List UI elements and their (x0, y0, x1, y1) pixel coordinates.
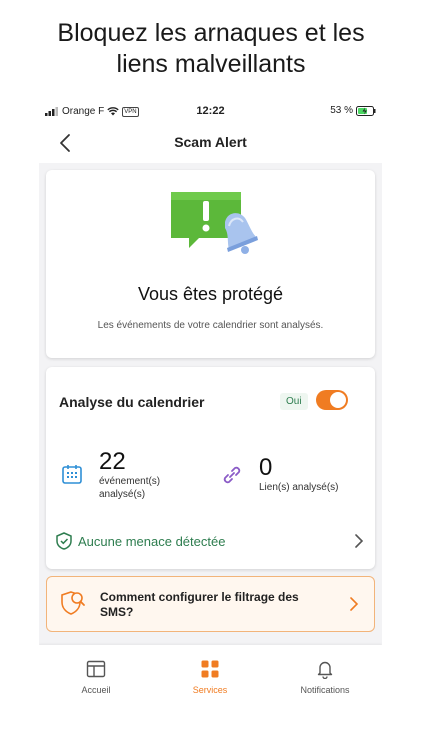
protection-status-subtitle: Les événements de votre calendrier sont … (97, 320, 324, 331)
tab-label: Services (192, 685, 228, 695)
nav-bar: Scam Alert (39, 123, 382, 163)
shield-check-icon (56, 532, 72, 550)
battery-percent: 53 % (330, 105, 353, 116)
toggle-knob (330, 392, 346, 408)
tab-label: Notifications (300, 685, 350, 695)
calendar-analysis-toggle[interactable] (316, 390, 348, 410)
events-count: 22 (99, 448, 126, 475)
links-stat: 0 Lien(s) analysé(s) (259, 455, 369, 494)
chevron-right-icon (350, 597, 359, 611)
bell-icon (317, 661, 333, 679)
status-bar: Orange F VPN 12:22 53 % (39, 101, 382, 123)
headline-line-1: Bloquez les arnaques et les (57, 19, 365, 47)
sms-filter-help-card[interactable]: Comment configurer le filtrage des SMS? (46, 576, 375, 632)
tab-bar: Accueil Services Notifications (39, 645, 382, 713)
protection-status-title: Vous êtes protégé (137, 284, 284, 304)
link-icon (223, 466, 241, 484)
headline-line-2: liens malveillants (116, 50, 306, 78)
calendar-icon (62, 465, 82, 484)
events-stat: 22 événement(s) analysé(s) (99, 449, 209, 501)
tab-notifications[interactable]: Notifications (268, 645, 382, 713)
links-label: Lien(s) analysé(s) (259, 482, 339, 493)
calendar-analysis-title: Analyse du calendrier (59, 394, 205, 410)
events-label: événement(s) analysé(s) (99, 476, 161, 500)
tab-services[interactable]: Services (153, 645, 267, 713)
threat-status-label: Aucune menace détectée (78, 533, 226, 549)
marketing-headline: Bloquez les arnaques et les liens malvei… (0, 18, 422, 80)
sms-filter-help-label: Comment configurer le filtrage des SMS? (100, 590, 299, 619)
toggle-state-badge: Oui (280, 393, 308, 410)
page-title: Scam Alert (174, 134, 247, 150)
chevron-right-icon (355, 534, 364, 548)
protection-card: Vous êtes protégé Les événements de votr… (46, 170, 375, 358)
phone-screen: Orange F VPN 12:22 53 % Scam Alert Vous … (39, 101, 382, 713)
tab-label: Accueil (81, 685, 111, 695)
battery-icon (356, 105, 376, 116)
calendar-analysis-card: Analyse du calendrier Oui 22 événement(s… (46, 367, 375, 569)
links-count: 0 (259, 454, 273, 481)
tab-accueil[interactable]: Accueil (39, 645, 153, 713)
home-layout-icon (86, 660, 106, 678)
threat-status-row[interactable]: Aucune menace détectée (56, 530, 365, 552)
grid-icon (201, 660, 219, 678)
alert-bell-icon (171, 192, 258, 254)
shield-search-icon (61, 591, 85, 615)
